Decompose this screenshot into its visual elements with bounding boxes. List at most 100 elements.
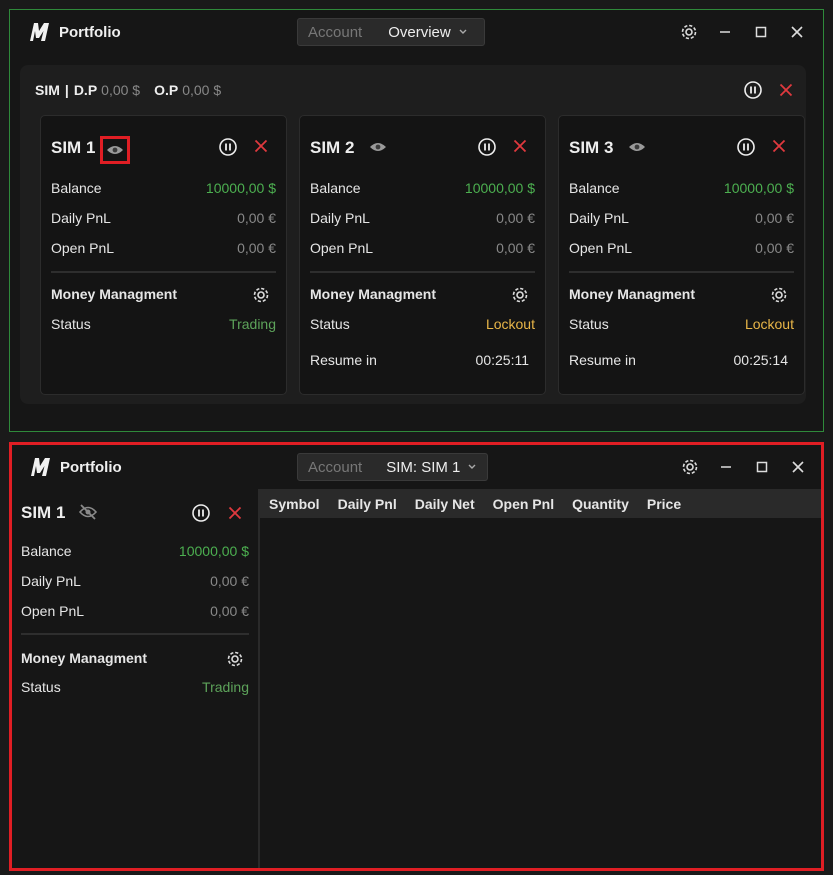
minimize-icon[interactable] xyxy=(715,22,735,42)
resume-timer: 00:25:11 xyxy=(475,352,529,368)
divider xyxy=(21,633,249,635)
card-title: SIM 3 xyxy=(569,138,614,157)
minimize-icon[interactable] xyxy=(716,457,736,477)
sim-card-1: SIM 1 Balance 10000,00 $ Daily PnL 0,00 € … xyxy=(40,115,287,395)
close-icon[interactable] xyxy=(513,139,529,155)
close-icon[interactable] xyxy=(779,83,793,97)
window-title: Portfolio xyxy=(59,23,121,41)
balance-value: 10000,00 $ xyxy=(464,180,535,196)
balance-value: 10000,00 $ xyxy=(723,180,794,196)
status-value: Lockout xyxy=(485,316,535,332)
close-icon[interactable] xyxy=(254,139,270,155)
column-header-open-pnl[interactable]: Open Pnl xyxy=(493,496,554,512)
eye-icon[interactable] xyxy=(100,136,130,164)
eye-icon[interactable] xyxy=(366,136,390,158)
daily-pnl-label: Daily PnL xyxy=(310,210,370,226)
portfolio-overview-window: Portfolio Account Overview SIM | D.P 0,0… xyxy=(9,9,824,432)
status-row: Status Lockout xyxy=(569,316,794,332)
status-value: Trading xyxy=(202,679,249,695)
divider xyxy=(310,271,535,273)
balance-row: Balance 10000,00 $ xyxy=(310,180,535,196)
account-value: SIM: SIM 1 xyxy=(386,458,461,476)
account-label: Account xyxy=(308,23,363,41)
pause-icon[interactable] xyxy=(736,137,756,157)
daily-pnl-row: Daily PnL 0,00 € xyxy=(51,210,276,226)
divider xyxy=(51,271,276,273)
gear-icon[interactable] xyxy=(225,649,245,669)
account-selector[interactable]: Account SIM: SIM 1 xyxy=(297,453,488,481)
chevron-down-icon xyxy=(459,29,467,35)
account-value: Overview xyxy=(388,23,451,41)
open-pnl-label: Open PnL xyxy=(310,240,374,256)
group-controls xyxy=(743,80,793,100)
open-pnl-label: Open PnL xyxy=(21,603,85,619)
balance-row: Balance 10000,00 $ xyxy=(21,543,249,559)
positions-table-header: Symbol Daily Pnl Daily Net Open Pnl Quan… xyxy=(260,489,821,518)
daily-pnl-row: Daily PnL 0,00 € xyxy=(569,210,794,226)
group-header: SIM | D.P 0,00 $ O.P 0,00 $ xyxy=(35,82,221,98)
resume-row: Resume in 00:25:14 xyxy=(569,352,794,368)
logo-icon xyxy=(28,455,52,479)
column-header-symbol[interactable]: Symbol xyxy=(269,496,320,512)
close-icon[interactable] xyxy=(788,457,808,477)
status-row: Status Trading xyxy=(21,679,249,695)
eye-off-icon[interactable] xyxy=(78,503,100,523)
window-controls xyxy=(680,457,808,477)
eye-icon[interactable] xyxy=(625,136,649,158)
window-controls xyxy=(679,22,807,42)
open-pnl-value: 0,00 € xyxy=(755,240,794,256)
open-pnl-row: Open PnL 0,00 € xyxy=(21,603,249,619)
daily-pnl-value: 0,00 € xyxy=(755,210,794,226)
column-header-daily-pnl[interactable]: Daily Pnl xyxy=(338,496,397,512)
daily-pnl-value: 0,00 € xyxy=(496,210,535,226)
status-value: Lockout xyxy=(744,316,794,332)
maximize-icon[interactable] xyxy=(752,457,772,477)
maximize-icon[interactable] xyxy=(751,22,771,42)
status-label: Status xyxy=(21,679,61,695)
status-row: Status Lockout xyxy=(310,316,535,332)
column-header-price[interactable]: Price xyxy=(647,496,681,512)
daily-pnl-label: Daily PnL xyxy=(51,210,111,226)
money-management-label: Money Managment xyxy=(51,286,178,302)
resume-timer: 00:25:14 xyxy=(733,352,789,368)
gear-icon[interactable] xyxy=(510,285,530,305)
status-label: Status xyxy=(310,316,350,332)
column-header-quantity[interactable]: Quantity xyxy=(572,496,629,512)
op-value: 0,00 $ xyxy=(182,82,222,98)
gear-icon[interactable] xyxy=(679,22,699,42)
dp-value: 0,00 $ xyxy=(101,82,141,98)
logo-icon xyxy=(27,20,51,44)
daily-pnl-value: 0,00 € xyxy=(237,210,276,226)
sim-title: SIM 1 xyxy=(21,503,66,522)
daily-pnl-label: Daily PnL xyxy=(21,573,81,589)
account-label: Account xyxy=(308,458,363,476)
close-icon[interactable] xyxy=(772,139,788,155)
pause-icon[interactable] xyxy=(218,137,238,157)
money-management-label: Money Managment xyxy=(569,286,696,302)
open-pnl-row: Open PnL 0,00 € xyxy=(310,240,535,256)
pause-icon[interactable] xyxy=(743,80,763,100)
divider xyxy=(569,271,794,273)
pause-icon[interactable] xyxy=(191,503,211,523)
balance-row: Balance 10000,00 $ xyxy=(569,180,794,196)
balance-label: Balance xyxy=(21,543,72,559)
status-value: Trading xyxy=(229,316,276,332)
resume-label: Resume in xyxy=(569,352,636,368)
gear-icon[interactable] xyxy=(769,285,789,305)
column-header-daily-net[interactable]: Daily Net xyxy=(415,496,475,512)
open-pnl-value: 0,00 € xyxy=(237,240,276,256)
daily-pnl-row: Daily PnL 0,00 € xyxy=(310,210,535,226)
resume-row: Resume in 00:25:11 xyxy=(310,352,535,368)
money-management-label: Money Managment xyxy=(21,650,148,666)
account-sidebar: SIM 1 Balance 10000,00 $ Daily PnL 0,00 € … xyxy=(12,489,260,868)
dp-label: D.P xyxy=(73,82,98,98)
gear-icon[interactable] xyxy=(680,457,700,477)
open-pnl-row: Open PnL 0,00 € xyxy=(51,240,276,256)
balance-value: 10000,00 $ xyxy=(205,180,276,196)
account-selector[interactable]: Account Overview xyxy=(297,18,485,46)
window-title: Portfolio xyxy=(60,458,122,476)
pause-icon[interactable] xyxy=(477,137,497,157)
close-icon[interactable] xyxy=(787,22,807,42)
close-icon[interactable] xyxy=(228,506,242,520)
gear-icon[interactable] xyxy=(251,285,271,305)
